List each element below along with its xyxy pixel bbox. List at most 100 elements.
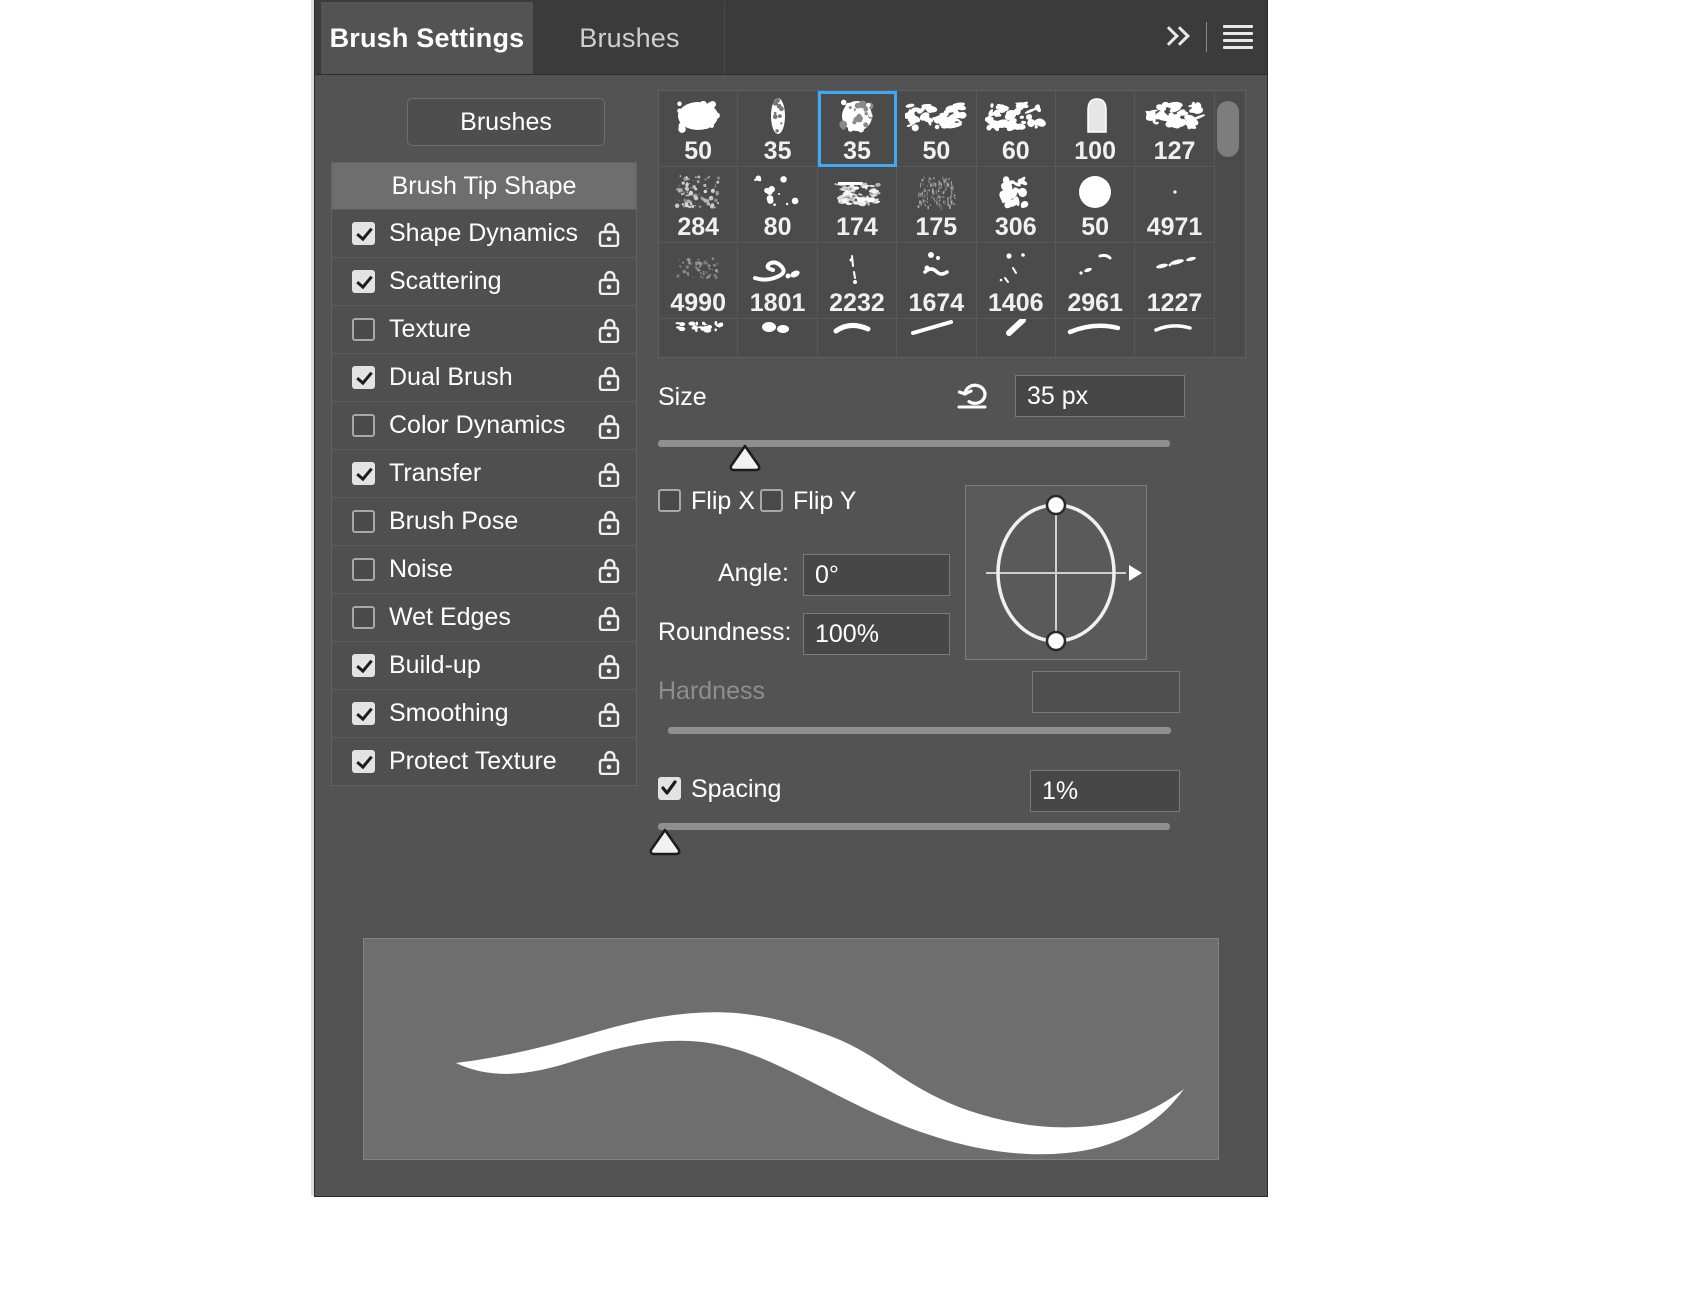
brush-preset-cell[interactable]: 2961 [1055, 243, 1136, 319]
brush-option-checkbox[interactable] [352, 222, 375, 245]
flip-y-checkbox[interactable] [760, 489, 783, 512]
brush-preset-cell[interactable] [738, 319, 818, 357]
unlocked-padlock-icon[interactable] [598, 701, 620, 727]
unlocked-padlock-icon[interactable] [598, 269, 620, 295]
unlocked-padlock-icon[interactable] [598, 557, 620, 583]
brush-option-checkbox[interactable] [352, 510, 375, 533]
brush-option-row[interactable]: Brush Pose [332, 498, 636, 546]
brush-preset-cell[interactable]: 284 [659, 167, 739, 243]
hardness-slider-track[interactable] [668, 727, 1171, 734]
size-value-field[interactable]: 35 px [1015, 375, 1185, 417]
brush-option-row[interactable]: Texture [332, 306, 636, 354]
brush-preset-cell[interactable]: 60 [976, 91, 1056, 167]
brush-option-checkbox[interactable] [352, 558, 375, 581]
brush-option-checkbox[interactable] [352, 318, 375, 341]
brush-option-row[interactable]: Wet Edges [332, 594, 636, 642]
brush-preset-cell[interactable]: 4990 [659, 243, 739, 319]
angle-value-field[interactable]: 0° [803, 554, 950, 596]
screenshot-root: Brush Settings Brushes Brushes Brush Tip… [0, 0, 1700, 1299]
spacing-checkbox[interactable] [658, 777, 681, 800]
brush-preset-thumbnail [1056, 319, 1134, 345]
brush-preset-thumbnail [1135, 319, 1213, 345]
brush-options-list: Brush Tip Shape Shape Dynamics Scatterin… [331, 162, 637, 786]
brush-preset-cell[interactable] [659, 319, 739, 357]
brush-option-row[interactable]: Scattering [332, 258, 636, 306]
brush-preset-size-label: 4971 [1146, 213, 1203, 241]
brush-preset-cell[interactable]: 1801 [738, 243, 818, 319]
angle-roundness-dial[interactable] [965, 485, 1147, 660]
brush-preset-size-label: 2961 [1067, 289, 1123, 317]
brush-option-checkbox[interactable] [352, 270, 375, 293]
brush-preset-cell[interactable]: 4971 [1135, 167, 1215, 243]
brush-preset-cell[interactable] [897, 319, 977, 357]
brush-preset-cell[interactable]: 2232 [817, 243, 898, 319]
brush-option-label: Noise [389, 555, 453, 583]
brush-tip-shape-header[interactable]: Brush Tip Shape [332, 163, 636, 210]
unlocked-padlock-icon[interactable] [598, 653, 620, 679]
unlocked-padlock-icon[interactable] [598, 365, 620, 391]
brush-option-checkbox[interactable] [352, 702, 375, 725]
spacing-slider-track[interactable] [658, 823, 1170, 830]
tab-brushes[interactable]: Brushes [535, 2, 725, 74]
brush-option-checkbox[interactable] [352, 606, 375, 629]
brush-option-checkbox[interactable] [352, 414, 375, 437]
brush-option-checkbox[interactable] [352, 654, 375, 677]
brush-option-label: Brush Pose [389, 507, 519, 535]
brush-preset-cell[interactable]: 1227 [1135, 243, 1215, 319]
spacing-slider-handle[interactable] [648, 828, 682, 856]
brush-preset-thumbnail [818, 245, 896, 291]
brush-option-row[interactable]: Shape Dynamics [332, 210, 636, 258]
spacing-value-field[interactable]: 1% [1030, 770, 1180, 812]
brushes-button[interactable]: Brushes [407, 98, 605, 146]
unlocked-padlock-icon[interactable] [598, 509, 620, 535]
brush-option-row[interactable]: Transfer [332, 450, 636, 498]
brush-preset-cell[interactable]: 100 [1055, 91, 1136, 167]
brush-preset-cell[interactable]: 35 [738, 91, 818, 167]
brush-option-row[interactable]: Noise [332, 546, 636, 594]
hamburger-menu-icon[interactable] [1223, 25, 1253, 49]
brush-option-checkbox[interactable] [352, 366, 375, 389]
brush-option-row[interactable]: Smoothing [332, 690, 636, 738]
unlocked-padlock-icon[interactable] [598, 413, 620, 439]
brush-preset-cell[interactable]: 50 [659, 91, 739, 167]
unlocked-padlock-icon[interactable] [598, 461, 620, 487]
tab-brush-settings[interactable]: Brush Settings [321, 2, 533, 74]
brush-preset-cell[interactable]: 127 [1135, 91, 1215, 167]
brush-preset-cell[interactable]: 1406 [976, 243, 1056, 319]
brush-preset-size-label: 35 [763, 137, 792, 165]
roundness-value-field[interactable]: 100% [803, 613, 950, 655]
unlocked-padlock-icon[interactable] [598, 221, 620, 247]
brush-preset-cell[interactable]: 174 [817, 167, 898, 243]
brush-grid-scrollbar[interactable] [1217, 101, 1239, 157]
brush-preset-size-label: 1674 [908, 289, 965, 317]
brush-preset-cell[interactable]: 80 [738, 167, 818, 243]
brush-preset-cell[interactable] [1135, 319, 1215, 357]
brush-preset-cell[interactable]: 175 [897, 167, 977, 243]
hardness-value-field[interactable] [1032, 671, 1180, 713]
brush-option-row[interactable]: Dual Brush [332, 354, 636, 402]
unlocked-padlock-icon[interactable] [598, 317, 620, 343]
brush-option-checkbox[interactable] [352, 462, 375, 485]
brush-preset-cell[interactable]: 50 [1055, 167, 1136, 243]
brush-preset-thumbnail [659, 93, 737, 139]
brush-option-row[interactable]: Build-up [332, 642, 636, 690]
brush-preset-cell[interactable]: 1674 [897, 243, 977, 319]
reset-arrow-icon[interactable] [955, 378, 993, 412]
brush-preset-thumbnail [818, 169, 896, 215]
brush-preset-grid[interactable]: 50 35 35 50 60 100 127 284 80 174 175 306 50 4971 4990… [658, 90, 1246, 358]
brush-option-row[interactable]: Protect Texture [332, 738, 636, 785]
chevron-double-right-icon[interactable] [1160, 22, 1190, 52]
brush-preset-cell[interactable] [1056, 319, 1136, 357]
unlocked-padlock-icon[interactable] [598, 605, 620, 631]
brush-option-checkbox[interactable] [352, 750, 375, 773]
unlocked-padlock-icon[interactable] [598, 749, 620, 775]
brush-preset-cell[interactable]: 35 [817, 91, 898, 167]
flip-x-checkbox[interactable] [658, 489, 681, 512]
brush-option-label: Wet Edges [389, 603, 511, 631]
brush-preset-cell[interactable] [977, 319, 1056, 357]
brush-preset-cell[interactable] [818, 319, 898, 357]
brush-option-row[interactable]: Color Dynamics [332, 402, 636, 450]
brush-preset-cell[interactable]: 306 [976, 167, 1056, 243]
size-slider-handle[interactable] [728, 444, 762, 472]
brush-preset-cell[interactable]: 50 [897, 91, 977, 167]
